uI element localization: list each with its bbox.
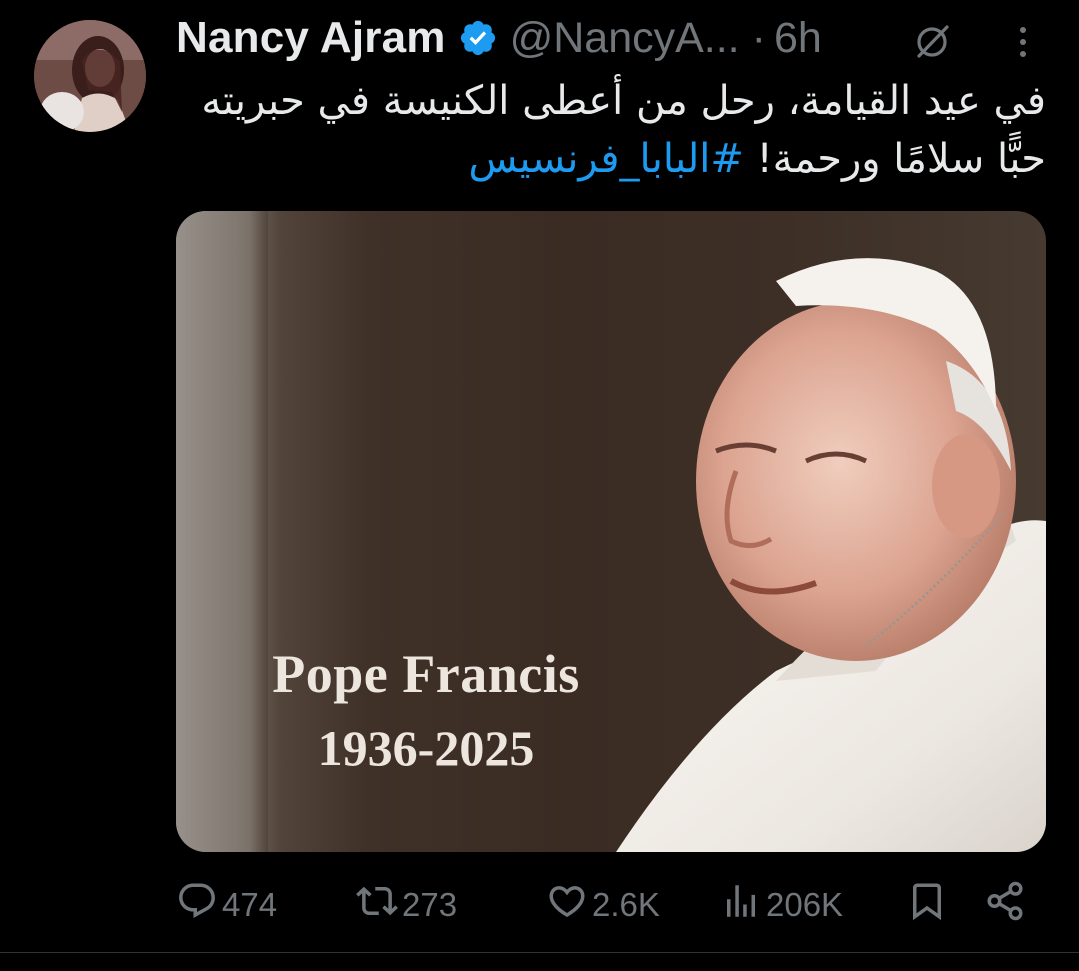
reply-count: 474 bbox=[222, 886, 278, 923]
grok-icon[interactable] bbox=[912, 22, 952, 62]
tweet[interactable]: Nancy Ajram @NancyA... · 6h في عيد القيا… bbox=[0, 0, 1079, 971]
image-caption-title: Pope Francis bbox=[272, 644, 580, 704]
share-button[interactable] bbox=[984, 880, 1030, 930]
repost-button[interactable]: 273 bbox=[356, 880, 457, 930]
tweet-timestamp[interactable]: 6h bbox=[774, 14, 822, 63]
tweet-text-line-2: حبًّا سلامًا ورحمة! #البابا_فرنسيس bbox=[176, 130, 1046, 188]
tweet-actions: 474 273 2.6K 206K bbox=[0, 880, 1079, 930]
bookmark-button[interactable] bbox=[906, 880, 952, 930]
like-button[interactable]: 2.6K bbox=[546, 880, 660, 930]
views-button[interactable]: 206K bbox=[720, 880, 843, 930]
avatar-photo bbox=[34, 20, 146, 132]
author-avatar[interactable] bbox=[34, 20, 146, 132]
tweet-text-line-2-body: حبًّا سلامًا ورحمة! bbox=[756, 136, 1046, 182]
repost-icon bbox=[356, 880, 402, 930]
tweet-image[interactable]: Pope Francis 1936-2025 bbox=[176, 211, 1046, 852]
like-count: 2.6K bbox=[592, 886, 660, 923]
share-icon bbox=[984, 880, 1030, 930]
reply-icon bbox=[176, 880, 222, 930]
tweet-text: في عيد القيامة، رحل من أعطى الكنيسة في ح… bbox=[176, 72, 1046, 188]
bookmark-icon bbox=[906, 880, 952, 930]
divider bbox=[0, 952, 1079, 953]
separator-dot: · bbox=[751, 13, 766, 62]
views-icon bbox=[720, 880, 766, 930]
image-caption-years: 1936-2025 bbox=[317, 720, 535, 776]
views-count: 206K bbox=[766, 886, 844, 923]
author-name[interactable]: Nancy Ajram bbox=[176, 13, 446, 63]
reply-button[interactable]: 474 bbox=[176, 880, 277, 930]
hashtag-link[interactable]: #البابا_فرنسيس bbox=[468, 136, 743, 182]
more-options-icon[interactable] bbox=[1008, 22, 1038, 62]
repost-count: 273 bbox=[402, 886, 458, 923]
heart-icon bbox=[546, 880, 592, 930]
author-handle[interactable]: @NancyA... bbox=[510, 14, 740, 63]
tweet-text-line-1: في عيد القيامة، رحل من أعطى الكنيسة في ح… bbox=[201, 78, 1046, 124]
verified-badge-icon[interactable] bbox=[458, 18, 498, 58]
